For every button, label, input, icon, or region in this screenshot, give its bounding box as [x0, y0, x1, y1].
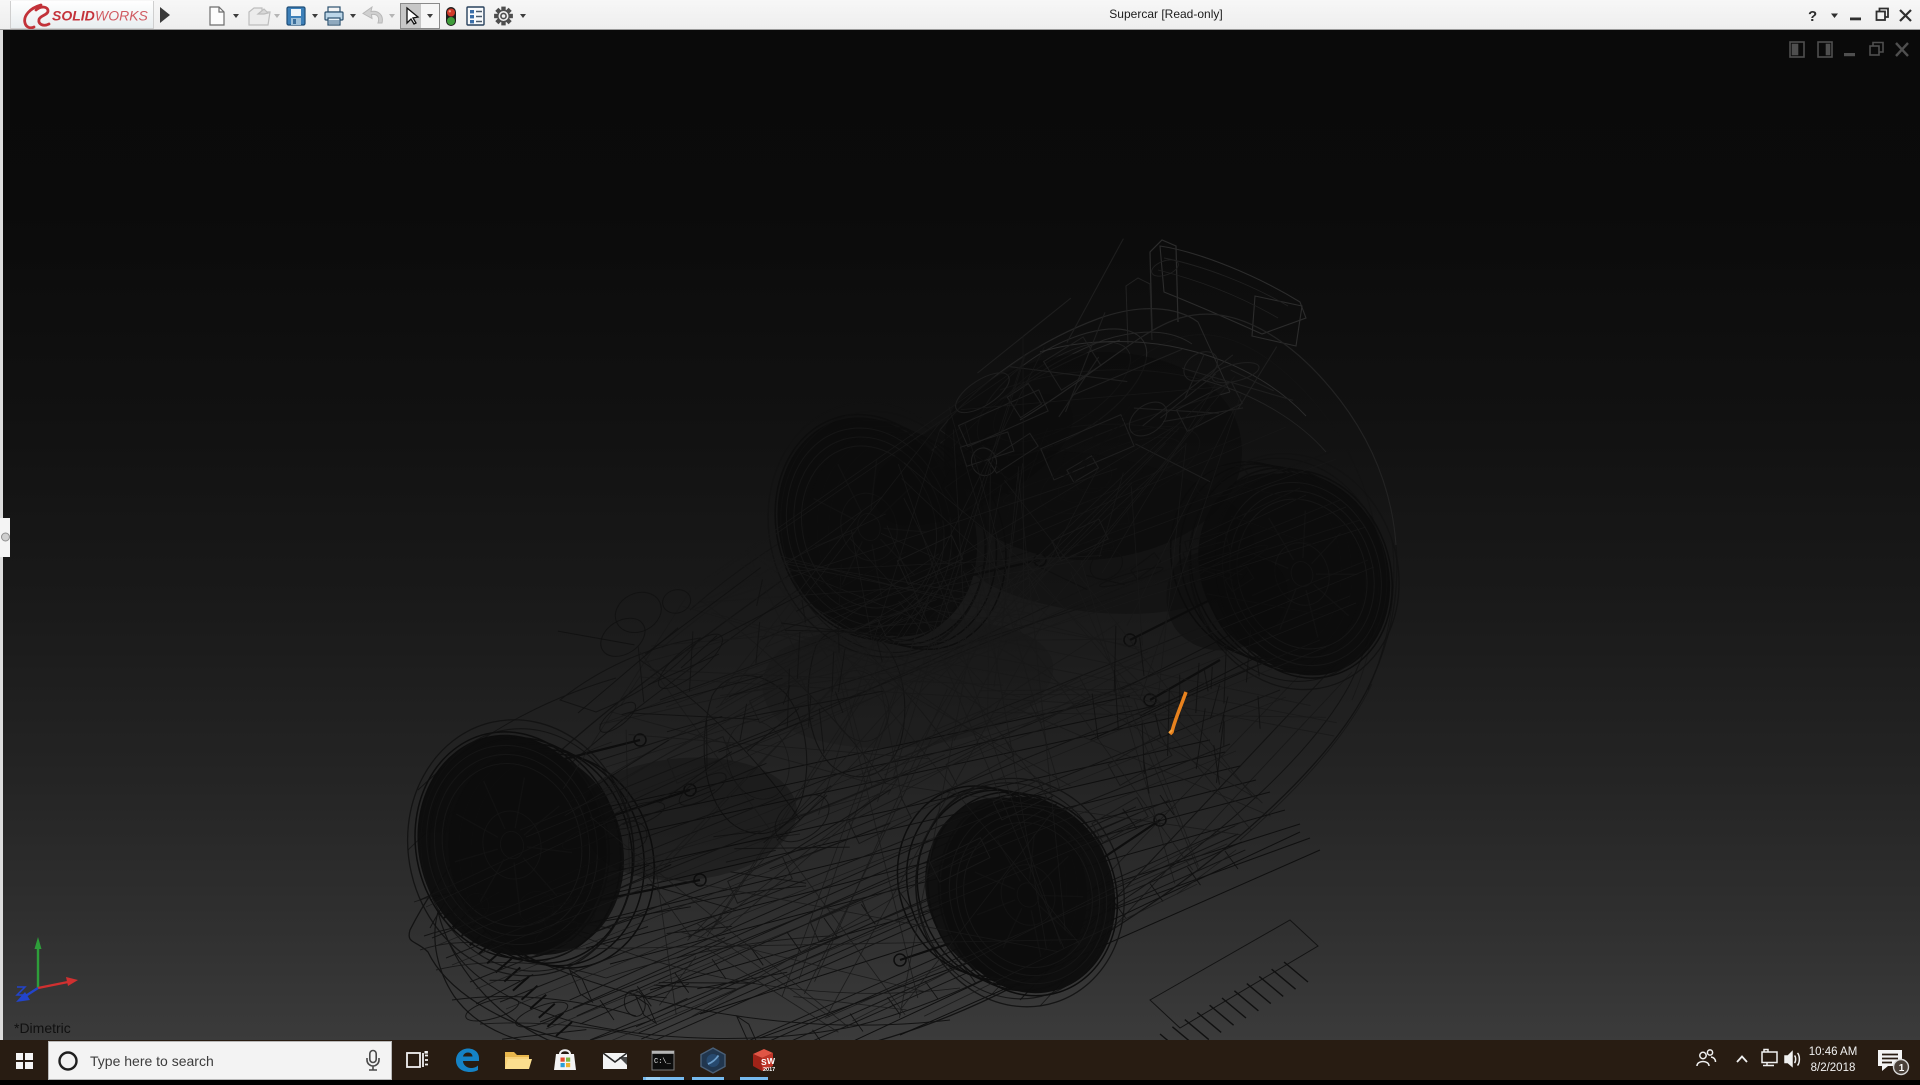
- svg-text:W: W: [767, 1056, 776, 1066]
- svg-text:2017: 2017: [763, 1067, 775, 1073]
- svg-text:C:\_: C:\_: [654, 1058, 672, 1066]
- svg-text:1: 1: [1899, 1063, 1905, 1074]
- svg-text:?: ?: [1808, 8, 1817, 25]
